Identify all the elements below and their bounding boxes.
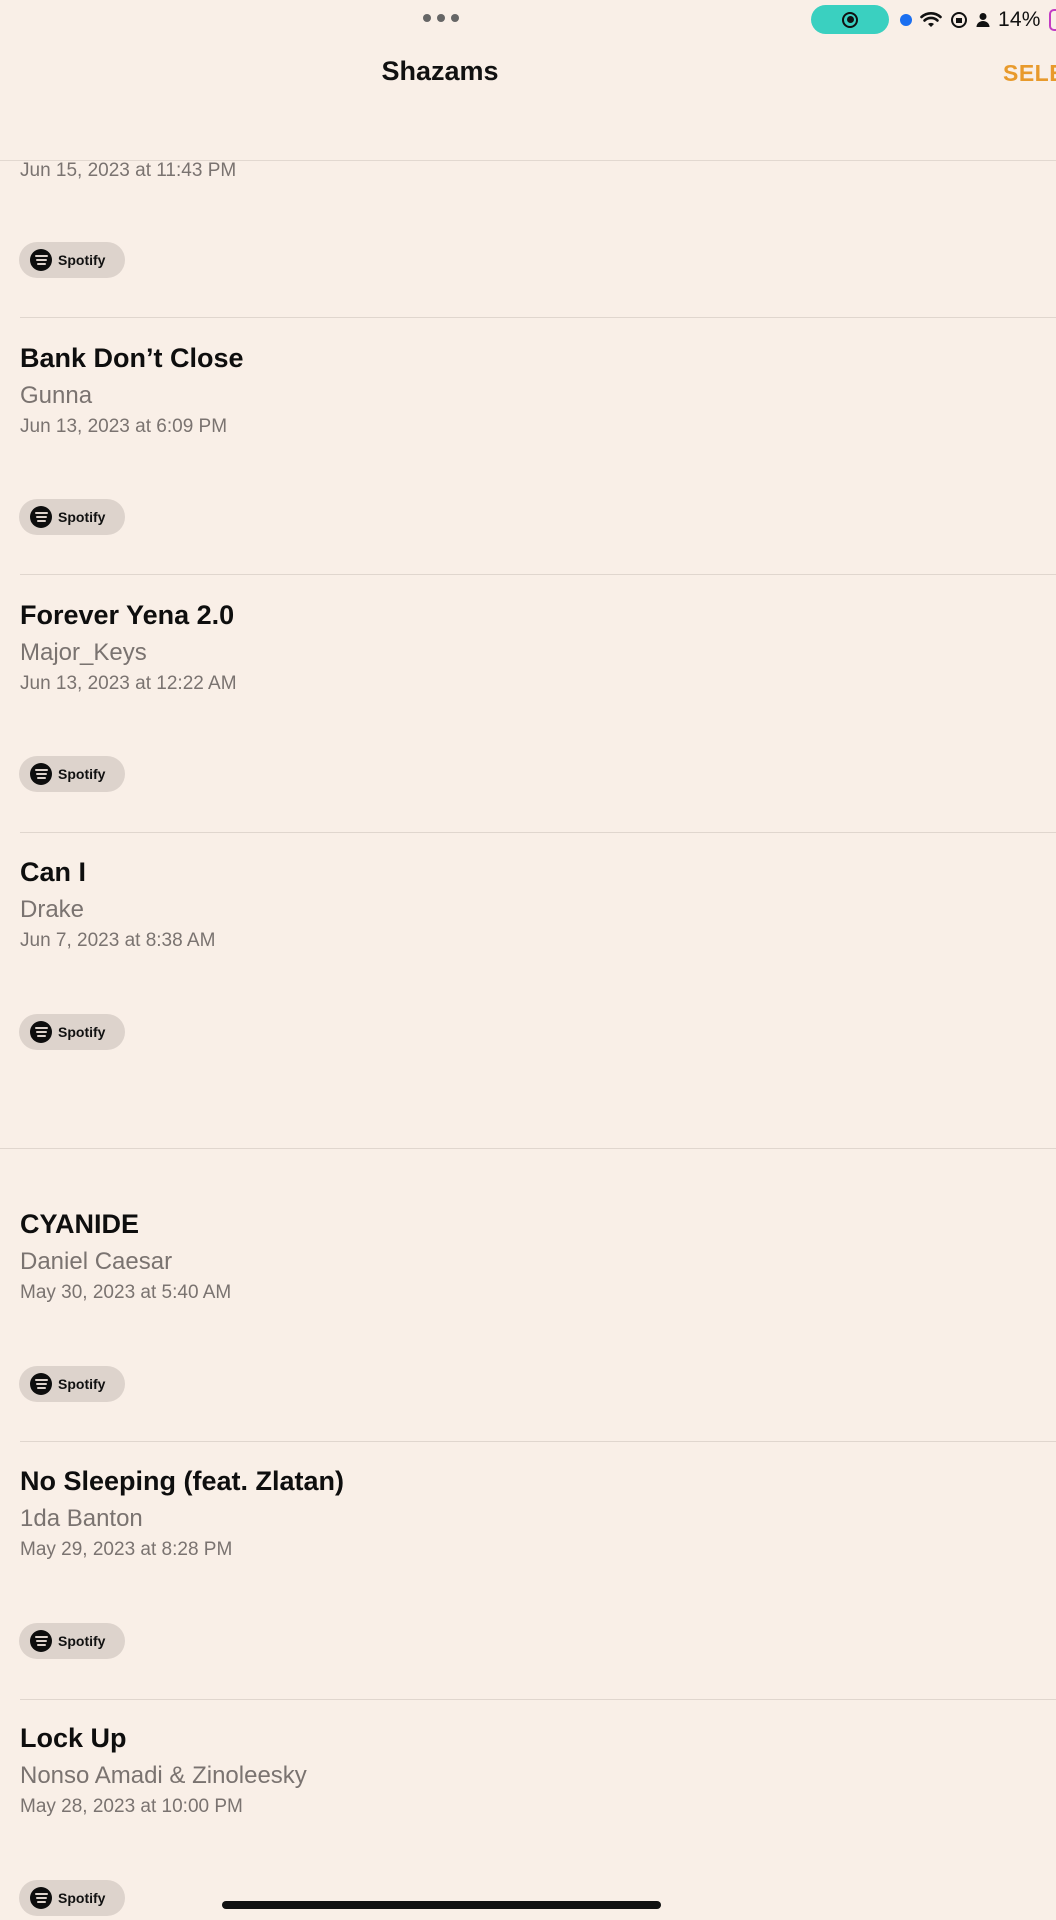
spotify-label: Spotify [58,1890,106,1906]
home-indicator[interactable] [222,1901,661,1909]
shazam-list: Jun 15, 2023 at 11:43 PM Spotify Bank Do… [0,0,1056,1920]
item-date: May 28, 2023 at 10:00 PM [20,1796,243,1817]
spotify-button[interactable]: Spotify [19,242,125,278]
spotify-label: Spotify [58,1024,106,1040]
artist-name: Gunna [20,382,93,409]
artist-name: 1da Banton [20,1505,143,1532]
spotify-label: Spotify [58,252,106,268]
song-title: No Sleeping (feat. Zlatan) [20,1466,345,1496]
divider [20,832,1056,833]
item-date: Jun 7, 2023 at 8:38 AM [20,930,216,951]
spotify-icon [30,1887,52,1909]
artist-name: Major_Keys [20,639,147,666]
item-date: Jun 13, 2023 at 6:09 PM [20,416,228,437]
song-title: CYANIDE [20,1209,140,1239]
item-date: May 29, 2023 at 8:28 PM [20,1539,233,1560]
spotify-icon [30,763,52,785]
artist-name: Drake [20,896,85,923]
divider [20,574,1056,575]
spotify-button[interactable]: Spotify [19,1880,125,1916]
spotify-label: Spotify [58,509,106,525]
spotify-label: Spotify [58,766,106,782]
song-title: Forever Yena 2.0 [20,600,235,630]
song-title: Bank Don’t Close [20,343,244,373]
spotify-icon [30,506,52,528]
spotify-button[interactable]: Spotify [19,499,125,535]
spotify-label: Spotify [58,1633,106,1649]
spotify-label: Spotify [58,1376,106,1392]
spotify-icon [30,1630,52,1652]
item-date: Jun 15, 2023 at 11:43 PM [20,160,237,181]
spotify-icon [30,1373,52,1395]
spotify-button[interactable]: Spotify [19,1623,125,1659]
spotify-icon [30,249,52,271]
item-date: Jun 13, 2023 at 12:22 AM [20,673,237,694]
spotify-button[interactable]: Spotify [19,1014,125,1050]
divider [20,1441,1056,1442]
section-divider [0,1148,1056,1149]
artist-name: Nonso Amadi & Zinoleesky [20,1762,307,1789]
spotify-button[interactable]: Spotify [19,756,125,792]
spotify-icon [30,1021,52,1043]
song-title: Lock Up [20,1723,127,1753]
item-date: May 30, 2023 at 5:40 AM [20,1282,232,1303]
divider [20,1699,1056,1700]
artist-name: Daniel Caesar [20,1248,173,1275]
song-title: Can I [20,857,87,887]
divider [20,317,1056,318]
spotify-button[interactable]: Spotify [19,1366,125,1402]
